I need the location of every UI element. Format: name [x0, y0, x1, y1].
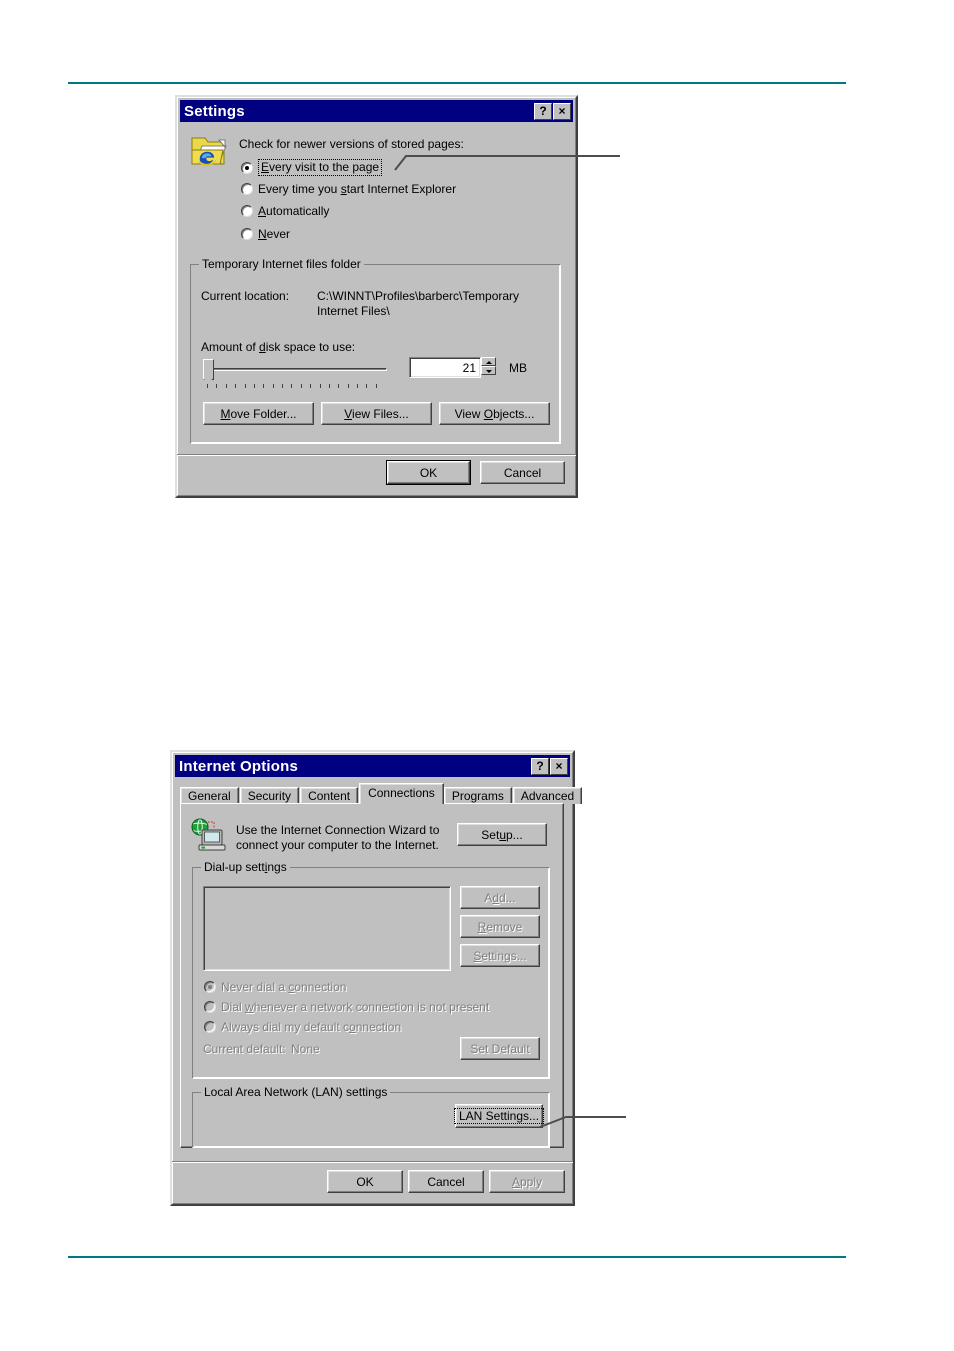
set-default-button[interactable]: Set Default: [460, 1037, 540, 1060]
radio-never[interactable]: Never: [241, 227, 290, 241]
disk-space-stepper[interactable]: [481, 357, 496, 375]
ok-button[interactable]: OK: [386, 460, 471, 485]
disk-space-unit: MB: [509, 361, 527, 375]
page-rule-bottom: [68, 1256, 846, 1258]
add-button-label: Add...: [484, 890, 516, 905]
lan-settings-legend: Local Area Network (LAN) settings: [201, 1085, 391, 1099]
view-files-button[interactable]: View Files...: [321, 402, 432, 425]
disk-space-value: 21: [462, 360, 476, 375]
add-button[interactable]: Add...: [460, 886, 540, 909]
stepper-down-icon[interactable]: [481, 366, 496, 375]
callout-leader-internet-options: [539, 1116, 626, 1128]
cancel-button-label: Cancel: [503, 465, 542, 480]
help-icon[interactable]: ?: [531, 757, 549, 775]
page-rule-top: [68, 82, 846, 84]
radio-never-indicator[interactable]: [241, 228, 253, 240]
globe-computer-icon: [190, 818, 226, 855]
ok-button-label: OK: [356, 1174, 374, 1189]
settings-title: Settings: [184, 102, 245, 120]
document-page: Settings ? × Check for newer versions of…: [0, 0, 954, 1351]
stepper-up-icon[interactable]: [481, 357, 496, 366]
tab-programs[interactable]: Programs: [443, 787, 512, 804]
settings-button-label: Settings...: [473, 948, 527, 963]
disk-space-slider-track[interactable]: [207, 368, 387, 371]
cancel-button-label: Cancel: [427, 1174, 465, 1189]
lan-settings-button-label: LAN Settings...: [453, 1108, 545, 1124]
set-default-button-label: Set Default: [470, 1041, 530, 1056]
close-icon[interactable]: ×: [550, 757, 568, 775]
view-files-label: View Files...: [344, 406, 409, 421]
remove-button[interactable]: Remove: [460, 915, 540, 938]
footer-separator: [177, 454, 576, 456]
radio-always-dial[interactable]: Always dial my default connection: [204, 1020, 401, 1034]
move-folder-label: Move Folder...: [220, 406, 297, 421]
radio-automatically-label: Automatically: [258, 204, 330, 218]
wizard-text-line1: Use the Internet Connection Wizard to: [236, 823, 440, 837]
cancel-button[interactable]: Cancel: [408, 1170, 484, 1193]
tab-content[interactable]: Content: [300, 787, 359, 804]
current-default-value: None: [291, 1042, 320, 1056]
radio-dial-whenever[interactable]: Dial whenever a network connection is no…: [204, 1000, 489, 1014]
setup-button-label: Setup...: [481, 827, 523, 842]
view-objects-button[interactable]: View Objects...: [439, 402, 550, 425]
tab-connections[interactable]: Connections: [359, 783, 444, 804]
disk-space-input[interactable]: 21: [409, 357, 481, 378]
remove-button-label: Remove: [477, 919, 523, 934]
setup-button[interactable]: Setup...: [457, 823, 547, 846]
radio-every-start[interactable]: Every time you start Internet Explorer: [241, 182, 456, 196]
radio-always-dial-label: Always dial my default connection: [221, 1020, 402, 1034]
footer-separator: [172, 1161, 573, 1163]
apply-button-label: Apply: [511, 1174, 543, 1189]
internet-options-dialog: Internet Options ? × General Security Co…: [170, 750, 583, 1206]
lan-settings-button[interactable]: LAN Settings...: [453, 1104, 545, 1128]
radio-every-start-label: Every time you start Internet Explorer: [258, 182, 457, 196]
radio-every-visit-label: Every visit to the page: [258, 159, 383, 176]
radio-automatically[interactable]: Automatically: [241, 204, 329, 218]
dialup-connections-list[interactable]: [203, 886, 451, 971]
wizard-text-line2: connect your computer to the Internet.: [236, 838, 439, 852]
ok-button-label: OK: [419, 465, 438, 480]
callout-leader-settings: [394, 155, 620, 171]
settings-titlebar: Settings ? ×: [180, 100, 573, 122]
disk-space-slider-thumb[interactable]: [203, 359, 214, 385]
help-icon[interactable]: ?: [534, 102, 552, 120]
radio-dial-whenever-indicator[interactable]: [204, 1001, 216, 1013]
dialup-settings-legend: Dial-up settings: [201, 860, 290, 874]
radio-never-dial[interactable]: Never dial a connection: [204, 980, 346, 994]
tab-advanced[interactable]: Advanced: [512, 787, 583, 804]
radio-every-start-indicator[interactable]: [241, 183, 253, 195]
current-location-label: Current location:: [201, 289, 290, 303]
disk-space-label: Amount of disk space to use:: [201, 340, 356, 354]
tabstrip: General Security Content Connections Pro…: [180, 783, 583, 804]
current-location-value-line1: C:\WINNT\Profiles\barberc\Temporary: [317, 289, 520, 303]
close-icon[interactable]: ×: [553, 102, 571, 120]
radio-every-visit-indicator[interactable]: [241, 161, 253, 174]
radio-never-dial-indicator[interactable]: [204, 981, 216, 993]
radio-never-dial-label: Never dial a connection: [221, 980, 347, 994]
view-objects-label: View Objects...: [454, 406, 535, 421]
ie-temporary-files-folder-icon: [189, 130, 229, 171]
radio-dial-whenever-label: Dial whenever a network connection is no…: [221, 1000, 490, 1014]
tab-general[interactable]: General: [180, 787, 239, 804]
cancel-button[interactable]: Cancel: [480, 461, 565, 484]
ok-button[interactable]: OK: [327, 1170, 403, 1193]
internet-options-title: Internet Options: [179, 757, 299, 775]
apply-button[interactable]: Apply: [489, 1170, 565, 1193]
current-default-label: Current default:: [203, 1042, 286, 1056]
temp-files-group-legend: Temporary Internet files folder: [199, 257, 364, 271]
internet-options-titlebar: Internet Options ? ×: [175, 755, 570, 777]
tab-security[interactable]: Security: [239, 787, 300, 804]
radio-never-label: Never: [258, 227, 291, 241]
radio-every-visit[interactable]: Every visit to the page: [241, 159, 383, 176]
current-location-value-line2: Internet Files\: [317, 304, 390, 318]
disk-space-slider-ticks: [207, 384, 377, 388]
move-folder-button[interactable]: Move Folder...: [203, 402, 314, 425]
radio-automatically-indicator[interactable]: [241, 205, 253, 217]
settings-button[interactable]: Settings...: [460, 944, 540, 967]
radio-always-dial-indicator[interactable]: [204, 1021, 216, 1033]
